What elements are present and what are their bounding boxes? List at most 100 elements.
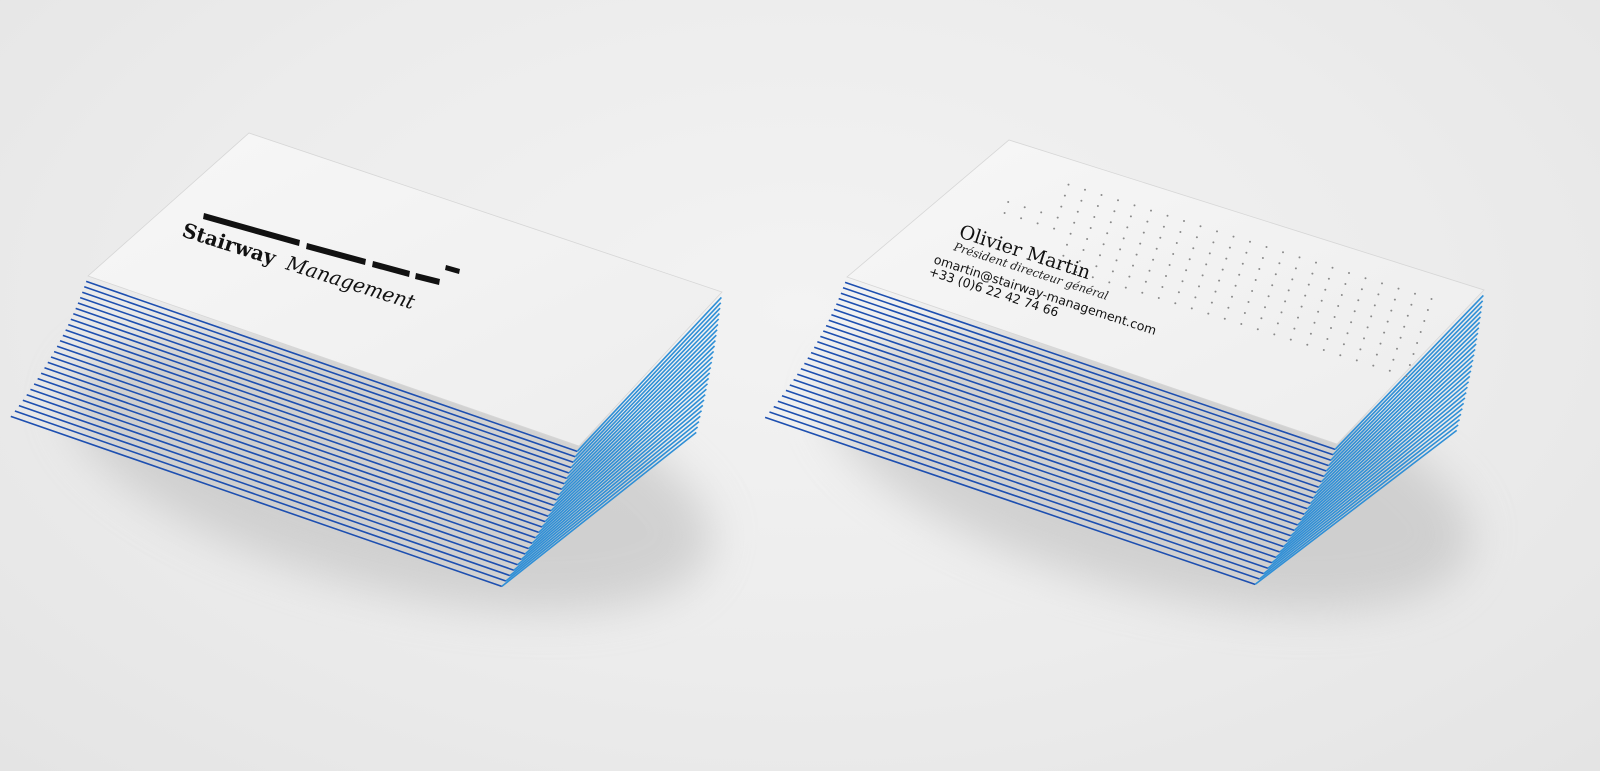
pattern-dot	[1132, 264, 1134, 267]
pattern-dot	[1327, 277, 1330, 280]
pattern-dot	[1284, 300, 1287, 303]
pattern-dot	[1003, 212, 1006, 214]
pattern-dot	[1091, 276, 1094, 279]
pattern-dot	[1115, 259, 1118, 262]
pattern-dot	[1377, 293, 1380, 296]
pattern-dot	[1381, 282, 1383, 285]
pattern-dot	[1423, 320, 1426, 322]
pattern-dot	[1172, 253, 1175, 255]
pattern-dot	[1406, 314, 1409, 317]
pattern-dot	[1231, 295, 1233, 298]
pattern-dot	[1195, 236, 1198, 239]
pattern-dot	[1390, 309, 1393, 312]
pattern-dot	[1344, 283, 1347, 285]
pattern-dot	[1183, 220, 1185, 222]
pattern-dot	[1379, 342, 1382, 345]
pattern-dot	[1150, 209, 1152, 212]
front-card-stack: Stairway Management	[10, 132, 723, 612]
pattern-dot	[1175, 242, 1178, 244]
pattern-dot	[1108, 281, 1111, 284]
pattern-dot	[1322, 349, 1325, 351]
pattern-dot	[1388, 369, 1391, 372]
pattern-dot	[1416, 342, 1419, 344]
pattern-dot	[1342, 343, 1345, 346]
pattern-dot	[1331, 266, 1334, 269]
pattern-dot	[1363, 337, 1365, 340]
pattern-dot	[1102, 243, 1105, 246]
pattern-dot	[1273, 333, 1276, 336]
pattern-dot	[1278, 262, 1281, 265]
pattern-dot	[1399, 336, 1402, 339]
pattern-dot	[1020, 217, 1023, 220]
pattern-dot	[1139, 242, 1142, 245]
pattern-dot	[1201, 274, 1204, 277]
pattern-dot	[1333, 316, 1336, 318]
back-card-stack: Olivier Martin Président directeur génér…	[764, 139, 1485, 612]
pattern-dot	[1146, 220, 1149, 223]
pattern-dot	[1254, 279, 1257, 281]
pattern-dot	[1099, 254, 1101, 257]
pattern-dot	[1261, 257, 1264, 259]
pattern-dot	[1324, 288, 1327, 291]
pattern-dot	[1095, 265, 1098, 268]
pattern-dot	[1179, 231, 1182, 233]
pattern-dot	[1280, 311, 1283, 314]
pattern-dot	[1403, 325, 1406, 328]
pattern-dot	[1397, 287, 1400, 290]
pattern-dot	[1053, 227, 1056, 230]
pattern-dot	[1225, 257, 1228, 260]
pattern-dot	[1063, 194, 1066, 197]
pattern-dot	[1357, 299, 1360, 302]
pattern-dot	[1089, 227, 1092, 229]
pattern-dot	[1093, 216, 1096, 218]
pattern-dot	[1067, 183, 1070, 186]
pattern-dot	[1256, 328, 1259, 331]
pattern-dot	[1392, 358, 1395, 361]
pattern-dot	[1208, 252, 1211, 255]
pattern-dot	[1315, 261, 1317, 264]
pattern-dot	[1190, 307, 1193, 310]
pattern-dot	[1007, 201, 1010, 203]
pattern-dot	[1293, 327, 1296, 330]
pattern-dot	[1300, 305, 1303, 308]
pattern-dot	[1214, 290, 1217, 293]
pattern-dot	[1339, 354, 1342, 357]
pattern-dot	[1216, 230, 1218, 233]
pattern-dot	[1117, 199, 1119, 202]
pattern-dot	[1297, 316, 1299, 319]
pattern-dot	[1198, 285, 1200, 288]
pattern-dot	[1124, 286, 1127, 289]
pattern-dot	[1056, 216, 1059, 219]
pattern-dot	[1353, 310, 1356, 313]
pattern-dot	[1152, 258, 1155, 261]
pattern-dot	[1373, 304, 1376, 307]
pattern-dot	[1291, 278, 1294, 281]
pattern-dot	[1264, 306, 1266, 309]
pattern-dot	[1419, 331, 1422, 333]
pattern-dot	[1311, 272, 1314, 275]
pattern-dot	[1111, 270, 1114, 273]
pattern-dot	[1210, 301, 1213, 304]
pattern-dot	[1177, 291, 1180, 294]
pattern-dot	[1258, 268, 1261, 270]
pattern-dot	[1129, 215, 1132, 218]
pattern-dot	[1086, 238, 1089, 240]
pattern-dot	[1245, 251, 1248, 254]
pattern-dot	[1260, 317, 1263, 320]
pattern-dot	[1141, 291, 1144, 294]
pattern-dot	[1159, 236, 1162, 239]
pattern-dot	[1109, 221, 1112, 224]
pattern-dot	[1408, 364, 1411, 366]
pattern-dot	[1309, 332, 1312, 335]
pattern-dot	[1126, 226, 1129, 229]
pattern-dot	[1144, 280, 1147, 283]
pattern-dot	[1227, 306, 1230, 309]
pattern-dot	[1276, 322, 1279, 325]
pattern-dot	[1023, 206, 1026, 209]
pattern-dot	[1223, 317, 1226, 320]
pattern-dot	[1207, 312, 1210, 315]
pattern-dot	[1355, 359, 1358, 362]
pattern-dot	[1188, 258, 1191, 261]
pattern-dot	[1326, 338, 1329, 340]
pattern-dot	[1243, 312, 1246, 314]
